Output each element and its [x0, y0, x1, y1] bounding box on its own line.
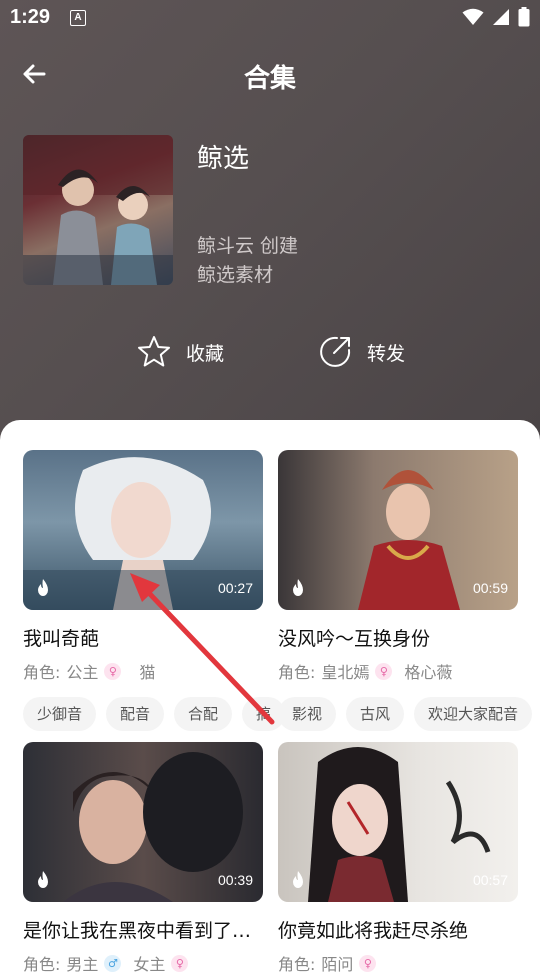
annotation-arrow: [130, 573, 275, 725]
